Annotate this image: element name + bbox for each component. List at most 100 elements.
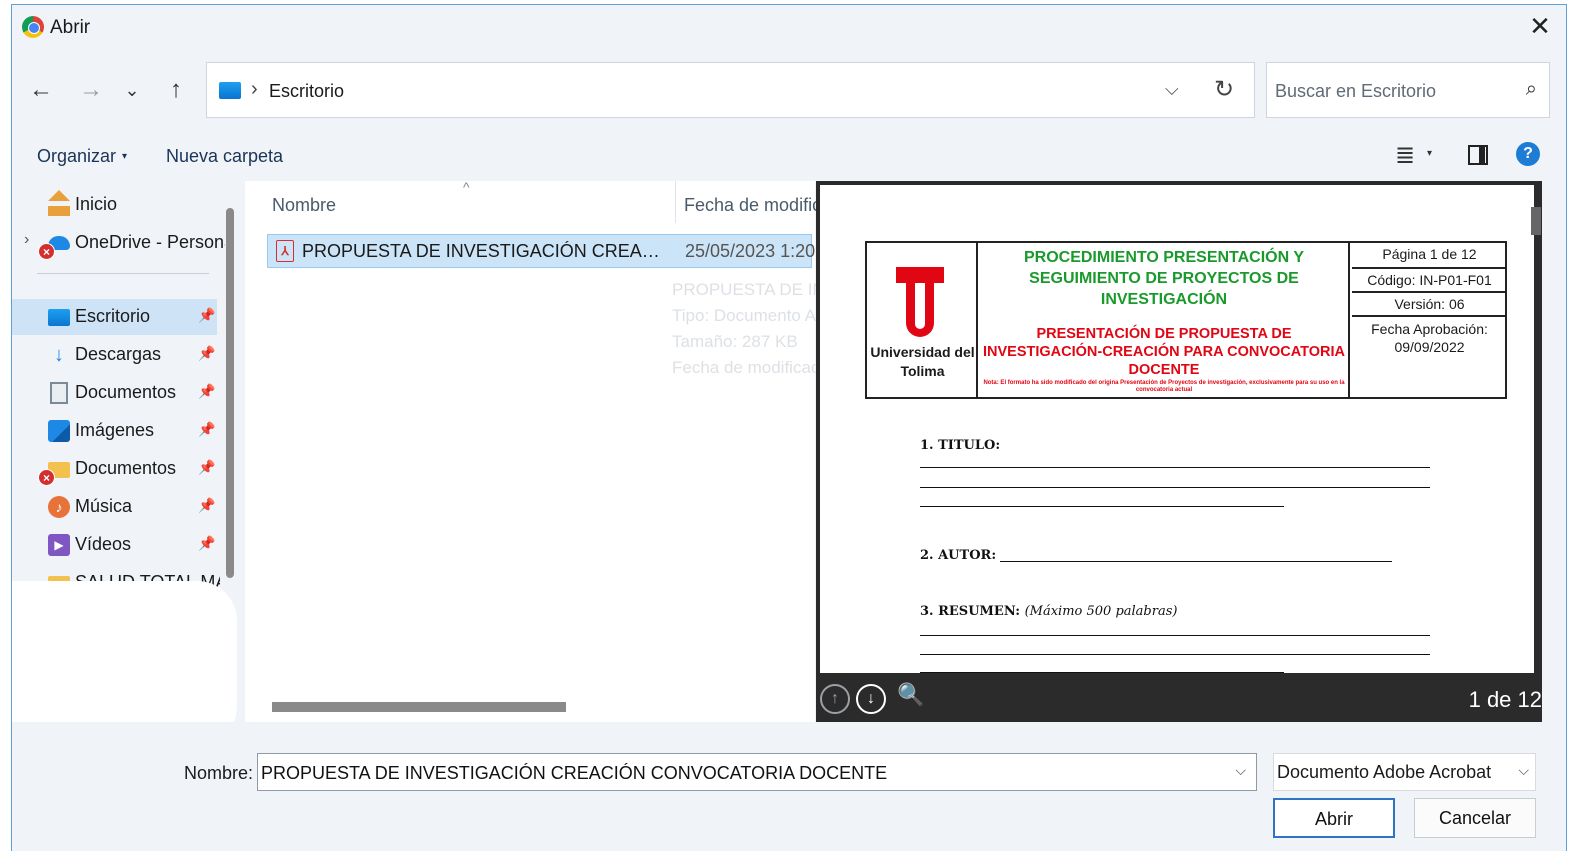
find-icon[interactable]: 🔍 bbox=[897, 682, 924, 708]
open-file-dialog: Abrir ✕ ← → ⌄ ↑ › Escritorio ⌵ ↻ ⌕ Organ… bbox=[11, 4, 1567, 851]
chrome-icon bbox=[22, 16, 44, 38]
resumen-label-text: 3. RESUMEN: bbox=[920, 604, 1021, 619]
preview-scrollbar[interactable] bbox=[1531, 207, 1541, 235]
open-button[interactable]: Abrir bbox=[1273, 798, 1395, 838]
pin-icon: 📌 bbox=[198, 421, 216, 437]
preview-pane: Universidad del Tolima PROCEDIMIENTO PRE… bbox=[816, 181, 1542, 722]
caret-down-icon[interactable]: ▾ bbox=[1427, 148, 1432, 159]
recent-locations-button[interactable]: ⌄ bbox=[116, 74, 148, 106]
organize-label: Organizar bbox=[37, 146, 117, 166]
chevron-right-icon[interactable]: › bbox=[24, 231, 29, 249]
sidebar-item-label: Inicio bbox=[75, 194, 118, 214]
file-name-combobox[interactable]: ⌵ bbox=[257, 753, 1257, 791]
sidebar-item-label: OneDrive - Persona bbox=[75, 232, 225, 252]
file-list: ^ Nombre Fecha de modific ⅄ PROPUESTA DE… bbox=[245, 179, 1263, 722]
address-bar[interactable]: › Escritorio ⌵ ↻ bbox=[206, 62, 1255, 118]
form-note: Nota: El formato ha sido modificado del … bbox=[983, 380, 1345, 393]
sidebar-divider bbox=[37, 273, 209, 274]
file-date: 25/05/2023 1:20 bbox=[685, 241, 816, 261]
column-divider[interactable] bbox=[675, 181, 676, 223]
documents-icon bbox=[50, 382, 68, 404]
refresh-button[interactable]: ↻ bbox=[1214, 75, 1234, 104]
form-title: PRESENTACIÓN DE PROPUESTA DE INVESTIGACI… bbox=[983, 326, 1345, 378]
navigation-bar: ← → ⌄ ↑ › Escritorio ⌵ ↻ ⌕ bbox=[12, 62, 1566, 118]
field-titulo-label: 1. TITULO: bbox=[920, 438, 1001, 453]
sidebar-item-musica[interactable]: ♪ Música 📌 bbox=[12, 489, 217, 525]
sidebar-item-documentos-onedrive[interactable]: × Documentos 📌 bbox=[12, 451, 217, 487]
logo-cell: Universidad del Tolima bbox=[867, 243, 978, 397]
pictures-icon bbox=[48, 420, 70, 442]
column-header-name[interactable]: Nombre bbox=[272, 195, 336, 216]
up-button[interactable]: ↑ bbox=[160, 74, 192, 106]
organize-menu-button[interactable]: Organizar ▾ bbox=[37, 146, 127, 167]
sidebar-item-escritorio[interactable]: Escritorio 📌 bbox=[12, 299, 217, 335]
view-options-icon[interactable]: ≣ bbox=[1395, 141, 1415, 170]
file-type-value: Documento Adobe Acrobat bbox=[1277, 762, 1492, 782]
search-icon[interactable]: ⌕ bbox=[1526, 78, 1537, 101]
field-line bbox=[1000, 561, 1392, 562]
logo-stem bbox=[906, 283, 934, 337]
back-button[interactable]: ← bbox=[25, 74, 57, 106]
field-line bbox=[920, 487, 1430, 488]
logo-bar bbox=[896, 267, 944, 283]
chevron-right-icon: › bbox=[251, 78, 258, 100]
field-line bbox=[920, 635, 1430, 636]
breadcrumb[interactable]: Escritorio bbox=[269, 81, 344, 102]
pin-icon: 📌 bbox=[198, 535, 216, 551]
window-title: Abrir bbox=[50, 17, 91, 38]
sidebar-item-documentos[interactable]: Documentos 📌 bbox=[12, 375, 217, 411]
pdf-icon: ⅄ bbox=[276, 240, 294, 262]
sync-error-icon: × bbox=[38, 243, 55, 260]
new-folder-button[interactable]: Nueva carpeta bbox=[166, 146, 283, 167]
form-code: Código: IN-P01-F01 bbox=[1352, 269, 1507, 293]
desktop-folder-icon bbox=[48, 309, 70, 326]
chevron-down-icon[interactable]: ⌵ bbox=[1235, 762, 1246, 779]
sidebar-item-onedrive[interactable]: › × OneDrive - Persona bbox=[12, 225, 232, 261]
file-row[interactable]: ⅄ PROPUESTA DE INVESTIGACIÓN CREACIÓN CO… bbox=[267, 234, 816, 268]
preview-toolbar: ↑ ↓ 🔍 1 de 12 bbox=[816, 676, 1542, 722]
pin-icon: 📌 bbox=[198, 383, 216, 399]
sidebar-item-descargas[interactable]: ↓ Descargas 📌 bbox=[12, 337, 217, 373]
pin-icon: 📌 bbox=[198, 307, 216, 323]
videos-icon: ▶ bbox=[48, 534, 70, 556]
file-name-input[interactable] bbox=[261, 761, 1221, 785]
close-button[interactable]: ✕ bbox=[1526, 13, 1554, 41]
help-icon[interactable]: ? bbox=[1516, 142, 1540, 166]
title-bar: Abrir ✕ bbox=[12, 5, 1566, 51]
search-box[interactable]: ⌕ bbox=[1266, 62, 1550, 118]
field-resumen-label: 3. RESUMEN: (Máximo 500 palabras) bbox=[920, 604, 1177, 619]
download-icon: ↓ bbox=[54, 344, 64, 366]
column-header-date[interactable]: Fecha de modific bbox=[684, 195, 821, 216]
forward-button[interactable]: → bbox=[75, 74, 107, 106]
field-line bbox=[920, 654, 1430, 655]
sidebar-item-imagenes[interactable]: Imágenes 📌 bbox=[12, 413, 217, 449]
sync-error-icon: × bbox=[38, 469, 55, 486]
field-autor-label: 2. AUTOR: bbox=[920, 548, 997, 563]
sidebar-scrollbar[interactable] bbox=[226, 208, 234, 578]
command-bar: Organizar ▾ Nueva carpeta ≣ ▾ ? bbox=[12, 137, 1566, 177]
music-icon: ♪ bbox=[48, 496, 70, 518]
pin-icon: 📌 bbox=[198, 497, 216, 513]
address-dropdown-button[interactable]: ⌵ bbox=[1165, 79, 1179, 100]
sort-ascending-icon: ^ bbox=[463, 179, 470, 195]
sidebar-item-videos[interactable]: ▶ Vídeos 📌 bbox=[12, 527, 217, 563]
chevron-down-icon[interactable]: ⌵ bbox=[1518, 762, 1529, 779]
sidebar-item-inicio[interactable]: Inicio bbox=[12, 187, 217, 223]
university-logo bbox=[896, 267, 944, 337]
pin-icon: 📌 bbox=[198, 345, 216, 361]
file-type-select[interactable]: Documento Adobe Acrobat ⌵ bbox=[1273, 753, 1536, 791]
previous-page-button[interactable]: ↑ bbox=[820, 684, 850, 714]
file-name: PROPUESTA DE INVESTIGACIÓN CREACIÓN CONV… bbox=[302, 241, 672, 261]
field-line bbox=[920, 506, 1284, 507]
preview-pane-toggle-icon[interactable] bbox=[1468, 145, 1488, 165]
page-count: 1 de 12 bbox=[1468, 687, 1542, 712]
navigation-pane: Inicio › × OneDrive - Persona Escritorio… bbox=[12, 181, 245, 746]
home-icon bbox=[48, 190, 70, 216]
horizontal-scrollbar[interactable] bbox=[272, 702, 566, 712]
caret-down-icon: ▾ bbox=[122, 151, 128, 162]
metadata-cell: Página 1 de 12 Código: IN-P01-F01 Versió… bbox=[1352, 243, 1507, 397]
next-page-button[interactable]: ↓ bbox=[856, 684, 886, 714]
pin-icon: 📌 bbox=[198, 459, 216, 475]
cancel-button[interactable]: Cancelar bbox=[1414, 798, 1536, 838]
search-input[interactable] bbox=[1275, 77, 1515, 105]
